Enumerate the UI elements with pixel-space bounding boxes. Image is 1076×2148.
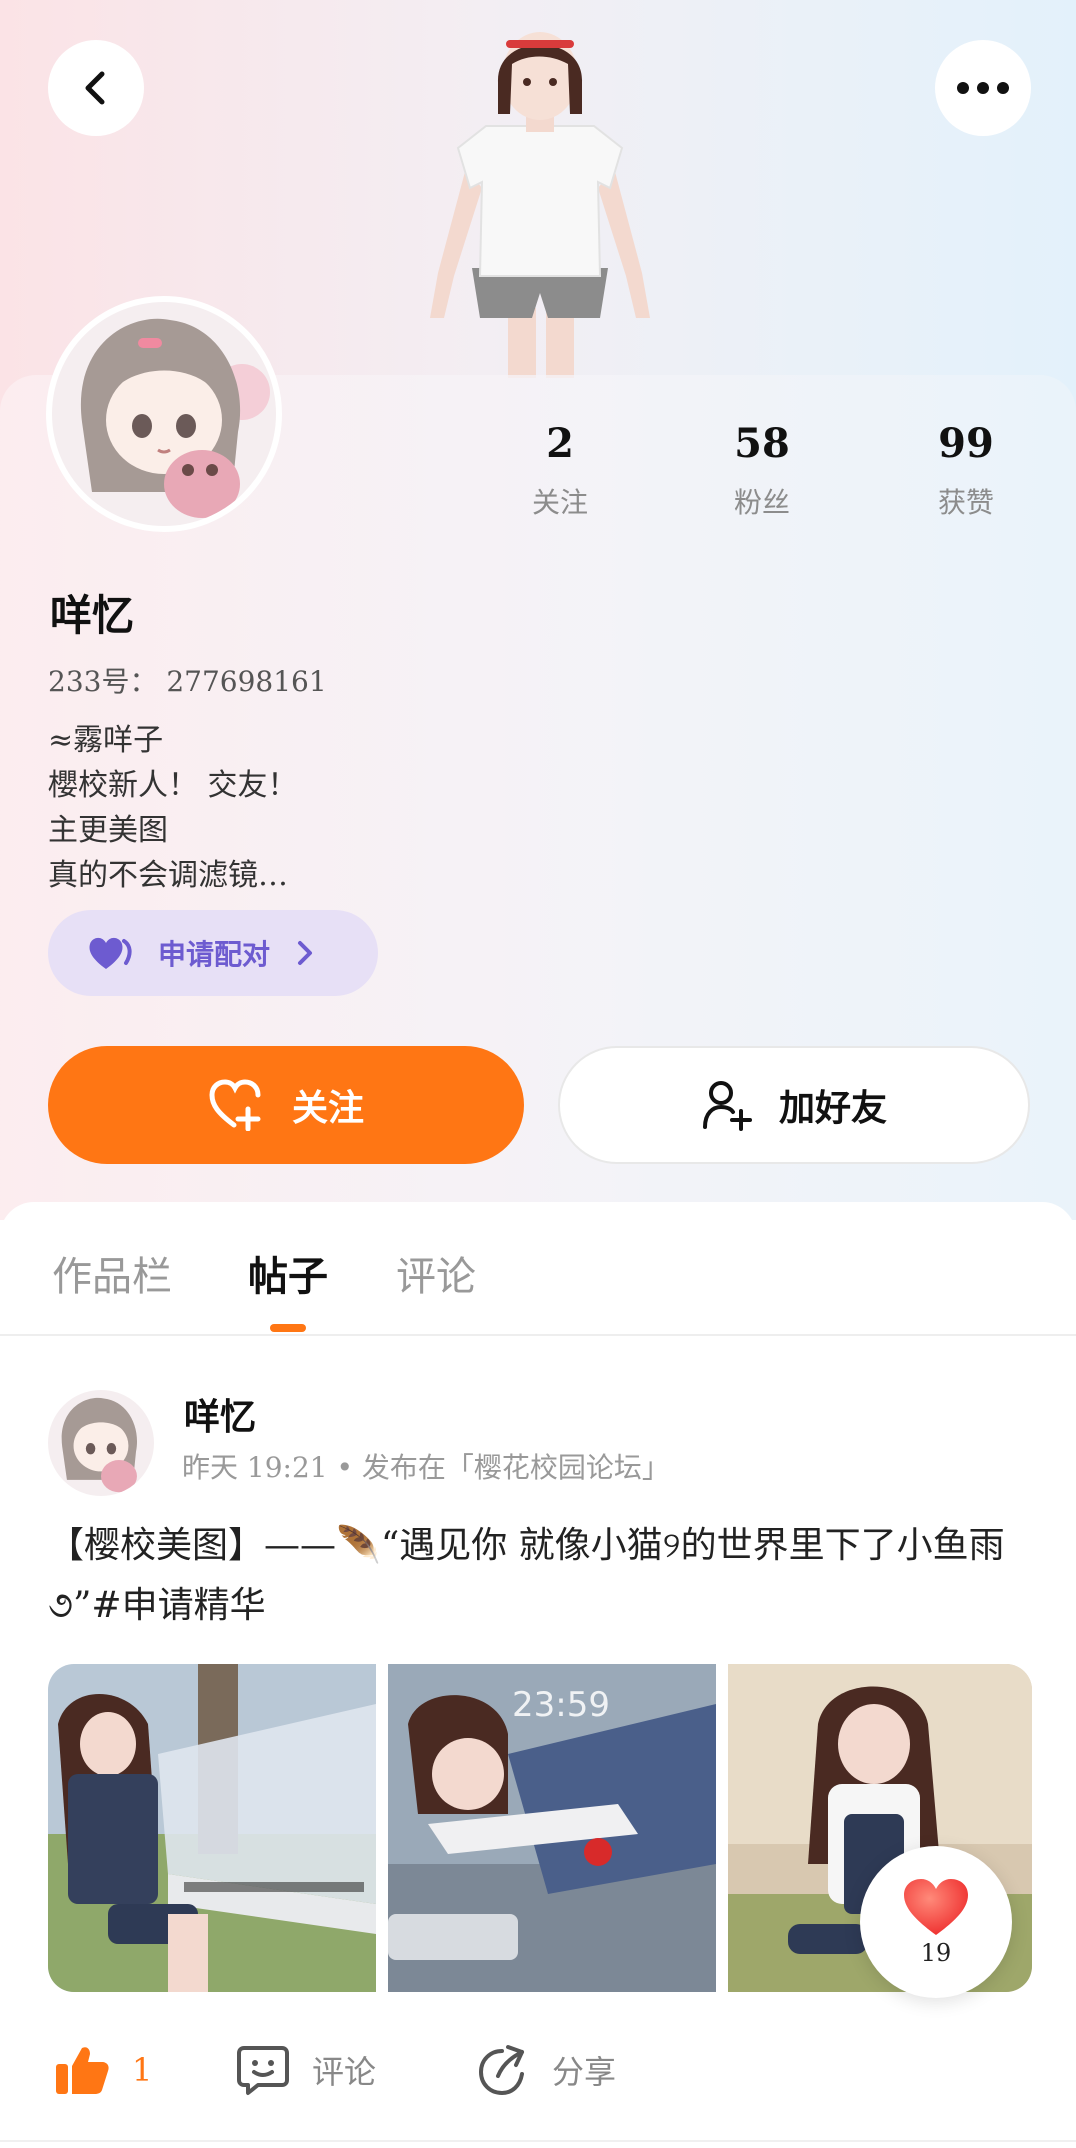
profile-avatar[interactable] — [46, 296, 282, 532]
piano-scene-image — [48, 1664, 376, 1992]
post-author-avatar[interactable] — [48, 1390, 154, 1496]
more-dots-icon — [957, 82, 1009, 94]
heart-icon — [904, 1879, 968, 1935]
chevron-right-icon — [298, 941, 313, 965]
floating-like-count: 19 — [920, 1939, 952, 1967]
add-friend-button[interactable]: 加好友 — [558, 1046, 1030, 1164]
avatar-illustration — [48, 1390, 154, 1496]
apply-pair-button[interactable]: 申请配对 — [48, 910, 378, 996]
follow-button[interactable]: 关注 — [48, 1046, 524, 1164]
double-heart-icon — [89, 937, 132, 969]
tab-works[interactable]: 作品栏 — [52, 1244, 172, 1302]
add-friend-label: 加好友 — [778, 1087, 887, 1129]
bio-line: ≈霧咩子 — [48, 723, 164, 758]
share-action[interactable]: 分享 — [478, 2044, 616, 2096]
share-label: 分享 — [552, 2053, 617, 2091]
comment-icon — [237, 2046, 289, 2095]
like-action[interactable]: 1 — [54, 2044, 152, 2096]
add-friend-icon — [702, 1081, 752, 1131]
stat-fans-value: 58 — [734, 420, 790, 467]
profile-uid: 233号： 277698161 — [48, 665, 327, 698]
profile-nickname: 咩忆 — [50, 591, 135, 640]
heart-plus-icon — [209, 1079, 261, 1131]
bio-line: 真的不会调滤镜… — [48, 858, 288, 893]
post-meta: 昨天 19:21 • 发布在「樱花校园论坛」 — [182, 1451, 670, 1484]
chevron-left-icon — [85, 71, 105, 105]
bio-line: 主更美图 — [48, 813, 168, 848]
post-image-2[interactable]: 23:59 — [388, 1664, 716, 1992]
desk-scene-image: 23:59 — [388, 1664, 716, 1992]
bio-line: 櫻校新人！ 交友！ — [48, 768, 298, 803]
more-button[interactable] — [935, 40, 1031, 136]
bottom-divider — [0, 2140, 1076, 2142]
post-text[interactable]: 【樱校美图】——🪶“遇见你 就像小猫୨的世界里下了小鱼雨૭”#申请精华 — [48, 1516, 1038, 1636]
post-author-name[interactable]: 咩忆 — [184, 1388, 256, 1440]
stat-likes-value: 99 — [938, 420, 994, 467]
thumbs-up-icon — [56, 2047, 109, 2094]
like-count: 1 — [132, 2051, 153, 2089]
stat-following[interactable]: 2 关注 — [480, 420, 640, 521]
stat-likes-label: 获赞 — [937, 486, 994, 519]
follow-label: 关注 — [291, 1087, 364, 1129]
stat-following-value: 2 — [546, 420, 574, 467]
lockscreen-clock: 23:59 — [512, 1685, 610, 1725]
profile-bio: ≈霧咩子 櫻校新人！ 交友！ 主更美图 真的不会调滤镜… — [48, 718, 298, 898]
tab-divider — [0, 1334, 1076, 1336]
comment-action[interactable]: 评论 — [236, 2044, 376, 2096]
tab-posts[interactable]: 帖子 — [248, 1244, 328, 1302]
apply-pair-label: 申请配对 — [158, 938, 271, 971]
stat-likes[interactable]: 99 获赞 — [886, 420, 1046, 521]
stat-fans[interactable]: 58 粉丝 — [682, 420, 842, 521]
share-icon — [478, 2045, 524, 2096]
comment-label: 评论 — [312, 2053, 377, 2091]
profile-page: 2 关注 58 粉丝 99 获赞 咩忆 233号： 277698161 ≈霧咩子… — [0, 0, 1076, 2148]
floating-like-button[interactable]: 19 — [860, 1846, 1012, 1998]
tab-comments[interactable]: 评论 — [396, 1244, 476, 1302]
avatar-illustration — [52, 302, 276, 526]
post-image-1[interactable] — [48, 1664, 376, 1992]
stat-following-label: 关注 — [531, 486, 588, 519]
avatar-3d-figure — [430, 32, 650, 378]
back-button[interactable] — [48, 40, 144, 136]
active-tab-indicator — [270, 1324, 306, 1332]
stat-fans-label: 粉丝 — [733, 486, 790, 519]
